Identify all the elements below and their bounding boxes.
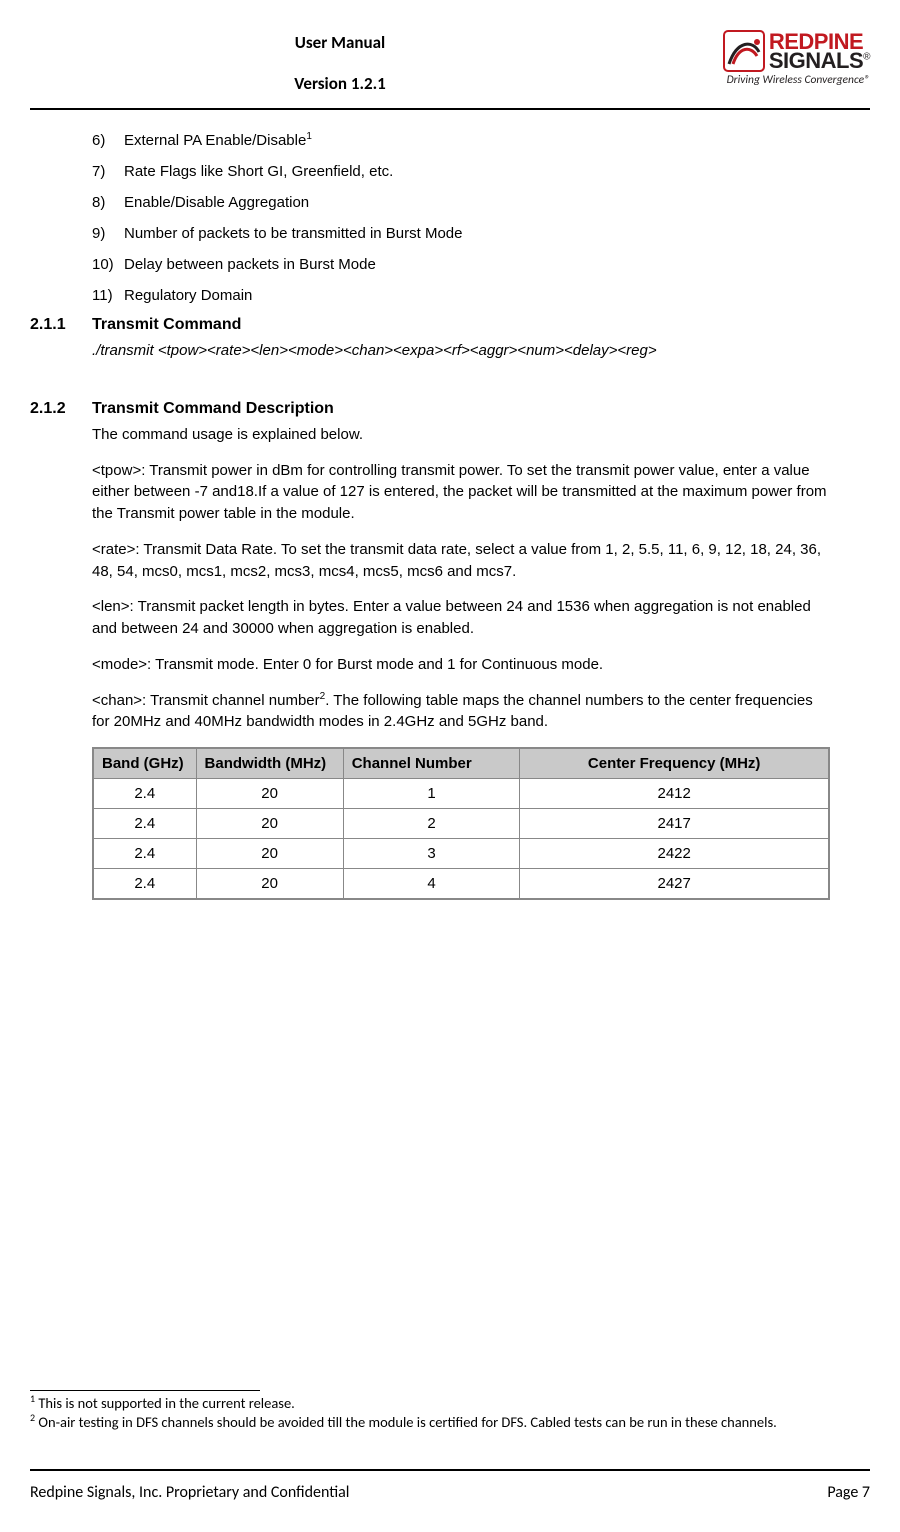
logo-reg: ®	[863, 52, 870, 63]
table-row: 2.4 20 1 2412	[93, 779, 829, 809]
footnotes-block: 1 This is not supported in the current r…	[30, 1390, 870, 1432]
list-item: 10) Delay between packets in Burst Mode	[92, 254, 830, 275]
section-heading-211: 2.1.1 Transmit Command	[30, 316, 870, 334]
param-len: <len>: Transmit packet length in bytes. …	[92, 596, 830, 640]
redpine-logo-icon	[723, 30, 765, 72]
footnote-rule	[30, 1390, 260, 1391]
page-footer: Redpine Signals, Inc. Proprietary and Co…	[30, 1469, 870, 1502]
col-band: Band (GHz)	[93, 748, 196, 779]
content-area: 6) External PA Enable/Disable1 7) Rate F…	[30, 110, 870, 900]
footer-left: Redpine Signals, Inc. Proprietary and Co…	[30, 1483, 349, 1502]
transmit-command-syntax: ./transmit <tpow><rate><len><mode><chan>…	[92, 340, 830, 362]
list-item: 7) Rate Flags like Short GI, Greenfield,…	[92, 161, 830, 182]
col-frequency: Center Frequency (MHz)	[520, 748, 829, 779]
list-item: 9) Number of packets to be transmitted i…	[92, 223, 830, 244]
table-header-row: Band (GHz) Bandwidth (MHz) Channel Numbe…	[93, 748, 829, 779]
doc-version: Version 1.2.1	[30, 73, 650, 94]
logo-block: REDPINE SIGNALS® Driving Wireless Conver…	[650, 30, 870, 87]
param-chan: <chan>: Transmit channel number2. The fo…	[92, 690, 830, 734]
table-row: 2.4 20 4 2427	[93, 869, 829, 900]
table-row: 2.4 20 3 2422	[93, 839, 829, 869]
logo-tagline: Driving Wireless Convergence®	[650, 73, 870, 87]
page-header: User Manual Version 1.2.1 REDPINE SIGNAL…	[30, 30, 870, 110]
page-container: User Manual Version 1.2.1 REDPINE SIGNAL…	[0, 0, 900, 900]
footnote-1: 1 This is not supported in the current r…	[30, 1394, 870, 1413]
header-center: User Manual Version 1.2.1	[30, 30, 650, 94]
frequency-table: Band (GHz) Bandwidth (MHz) Channel Numbe…	[92, 747, 830, 900]
doc-title: User Manual	[30, 32, 650, 53]
col-bandwidth: Bandwidth (MHz)	[196, 748, 343, 779]
intro-paragraph: The command usage is explained below.	[92, 424, 830, 446]
footer-page-number: Page 7	[827, 1483, 870, 1502]
param-mode: <mode>: Transmit mode. Enter 0 for Burst…	[92, 654, 830, 676]
list-item: 11) Regulatory Domain	[92, 285, 830, 306]
section-heading-212: 2.1.2 Transmit Command Description	[30, 400, 870, 418]
numbered-list: 6) External PA Enable/Disable1 7) Rate F…	[92, 130, 830, 306]
footnote-2: 2 On-air testing in DFS channels should …	[30, 1413, 870, 1432]
list-item: 8) Enable/Disable Aggregation	[92, 192, 830, 213]
param-tpow: <tpow>: Transmit power in dBm for contro…	[92, 460, 830, 525]
col-channel: Channel Number	[343, 748, 520, 779]
table-row: 2.4 20 2 2417	[93, 809, 829, 839]
logo-line2: SIGNALS	[769, 48, 863, 73]
list-item: 6) External PA Enable/Disable1	[92, 130, 830, 151]
param-rate: <rate>: Transmit Data Rate. To set the t…	[92, 539, 830, 583]
